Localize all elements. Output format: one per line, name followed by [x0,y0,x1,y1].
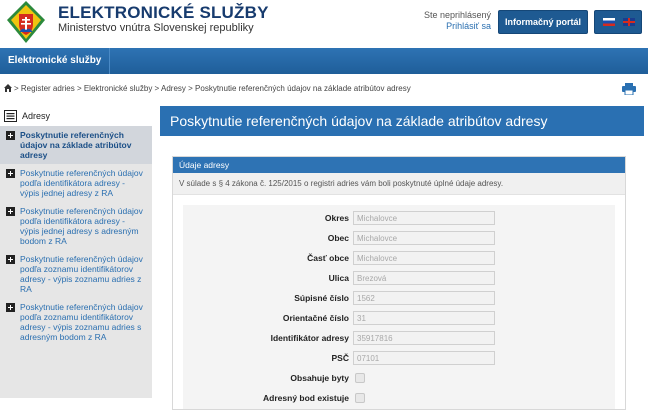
sidebar-item-label: Poskytnutie referenčných údajov podľa id… [20,206,143,246]
form-row-okres: Okres [183,211,615,225]
login-status: Ste neprihlásený [423,10,491,20]
form-row-supisne-cislo: Súpisné číslo [183,291,615,305]
panel-note: V súlade s § 4 zákona č. 125/2015 o regi… [173,173,625,195]
plus-icon [6,169,15,178]
psc-field[interactable] [353,351,495,365]
plus-icon [6,207,15,216]
breadcrumb: > Register adries > Elektronické služby … [0,80,648,98]
ulica-field[interactable] [353,271,495,285]
address-form: Okres Obec Časť obce Ulica Súpisné číslo… [183,205,615,409]
sidebar-item-attributes[interactable]: Poskytnutie referenčných údajov na zákla… [0,126,152,164]
form-row-psc: PSČ [183,351,615,365]
field-label: Ulica [328,273,349,283]
field-label: Časť obce [307,253,349,263]
print-icon[interactable] [622,83,636,95]
nav-item-electronic-services[interactable]: Elektronické služby [0,48,111,74]
field-label: Obsahuje byty [290,373,349,383]
breadcrumb-register-adries[interactable]: Register adries [21,84,75,93]
form-row-adresny-bod: Adresný bod existuje [183,391,615,405]
login-link[interactable]: Prihlásiť sa [405,21,491,32]
supisne-cislo-field[interactable] [353,291,495,305]
identifikator-adresy-field[interactable] [353,331,495,345]
form-row-obsahuje-byty: Obsahuje byty [183,371,615,385]
obsahuje-byty-checkbox[interactable] [355,373,365,383]
field-label: Súpisné číslo [294,293,349,303]
plus-icon [6,303,15,312]
okres-field[interactable] [353,211,495,225]
breadcrumb-elektronicke-sluzby[interactable]: Elektronické služby [84,84,152,93]
sidebar-item-label: Poskytnutie referenčných údajov podľa zo… [20,254,143,294]
form-row-identifikator: Identifikátor adresy [183,331,615,345]
form-row-ulica: Ulica [183,271,615,285]
information-portal-button[interactable]: Informačný portál [498,10,588,34]
page-title: Poskytnutie referenčných údajov na zákla… [160,106,644,136]
sidebar: Adresy Poskytnutie referenčných údajov n… [0,106,152,410]
uk-flag-icon[interactable] [623,18,635,26]
sidebar-item-label: Poskytnutie referenčných údajov na zákla… [20,130,132,160]
obec-field[interactable] [353,231,495,245]
main-nav: Elektronické služby [0,48,648,74]
orientacne-cislo-field[interactable] [353,311,495,325]
field-label: Obec [327,233,349,243]
plus-icon [6,255,15,264]
cast-obce-field[interactable] [353,251,495,265]
form-row-cast-obce: Časť obce [183,251,615,265]
form-row-obec: Obec [183,231,615,245]
header: ELEKTRONICKÉ SLUŽBY Ministerstvo vnútra … [0,0,648,48]
brand-title: ELEKTRONICKÉ SLUŽBY [58,3,269,22]
sidebar-heading: Adresy [0,106,152,126]
breadcrumb-adresy[interactable]: Adresy [161,84,186,93]
sidebar-item-identifier-list[interactable]: Poskytnutie referenčných údajov podľa zo… [0,250,152,298]
field-label: Adresný bod existuje [263,393,349,403]
field-label: Orientačné číslo [282,313,349,323]
field-label: Okres [324,213,349,223]
panel-heading: Údaje adresy [173,157,625,173]
login-box: Ste neprihlásený Prihlásiť sa [405,10,491,32]
sidebar-item-identifier-list-point[interactable]: Poskytnutie referenčných údajov podľa zo… [0,298,152,346]
field-label: PSČ [331,353,349,363]
address-panel: Údaje adresy V súlade s § 4 zákona č. 12… [172,156,626,410]
sidebar-item-label: Poskytnutie referenčných údajov podľa zo… [20,302,143,342]
main-content: Poskytnutie referenčných údajov na zákla… [160,106,644,410]
brand-subtitle: Ministerstvo vnútra Slovenskej republiky [58,22,254,34]
home-icon[interactable] [4,84,12,92]
sk-flag-icon[interactable] [603,18,615,26]
sidebar-item-label: Poskytnutie referenčných údajov podľa id… [20,168,143,198]
language-switcher [594,10,642,34]
adresny-bod-checkbox[interactable] [355,393,365,403]
sidebar-list: Poskytnutie referenčných údajov na zákla… [0,126,152,398]
sidebar-item-identifier-single-point[interactable]: Poskytnutie referenčných údajov podľa id… [0,202,152,250]
breadcrumb-current: Poskytnutie referenčných údajov na zákla… [195,84,411,93]
plus-icon [6,131,15,140]
sidebar-heading-label: Adresy [22,111,51,121]
coat-of-arms-logo[interactable] [6,0,46,44]
list-icon [4,110,17,122]
form-row-orientacne-cislo: Orientačné číslo [183,311,615,325]
sidebar-item-identifier-single[interactable]: Poskytnutie referenčných údajov podľa id… [0,164,152,202]
field-label: Identifikátor adresy [270,333,349,343]
